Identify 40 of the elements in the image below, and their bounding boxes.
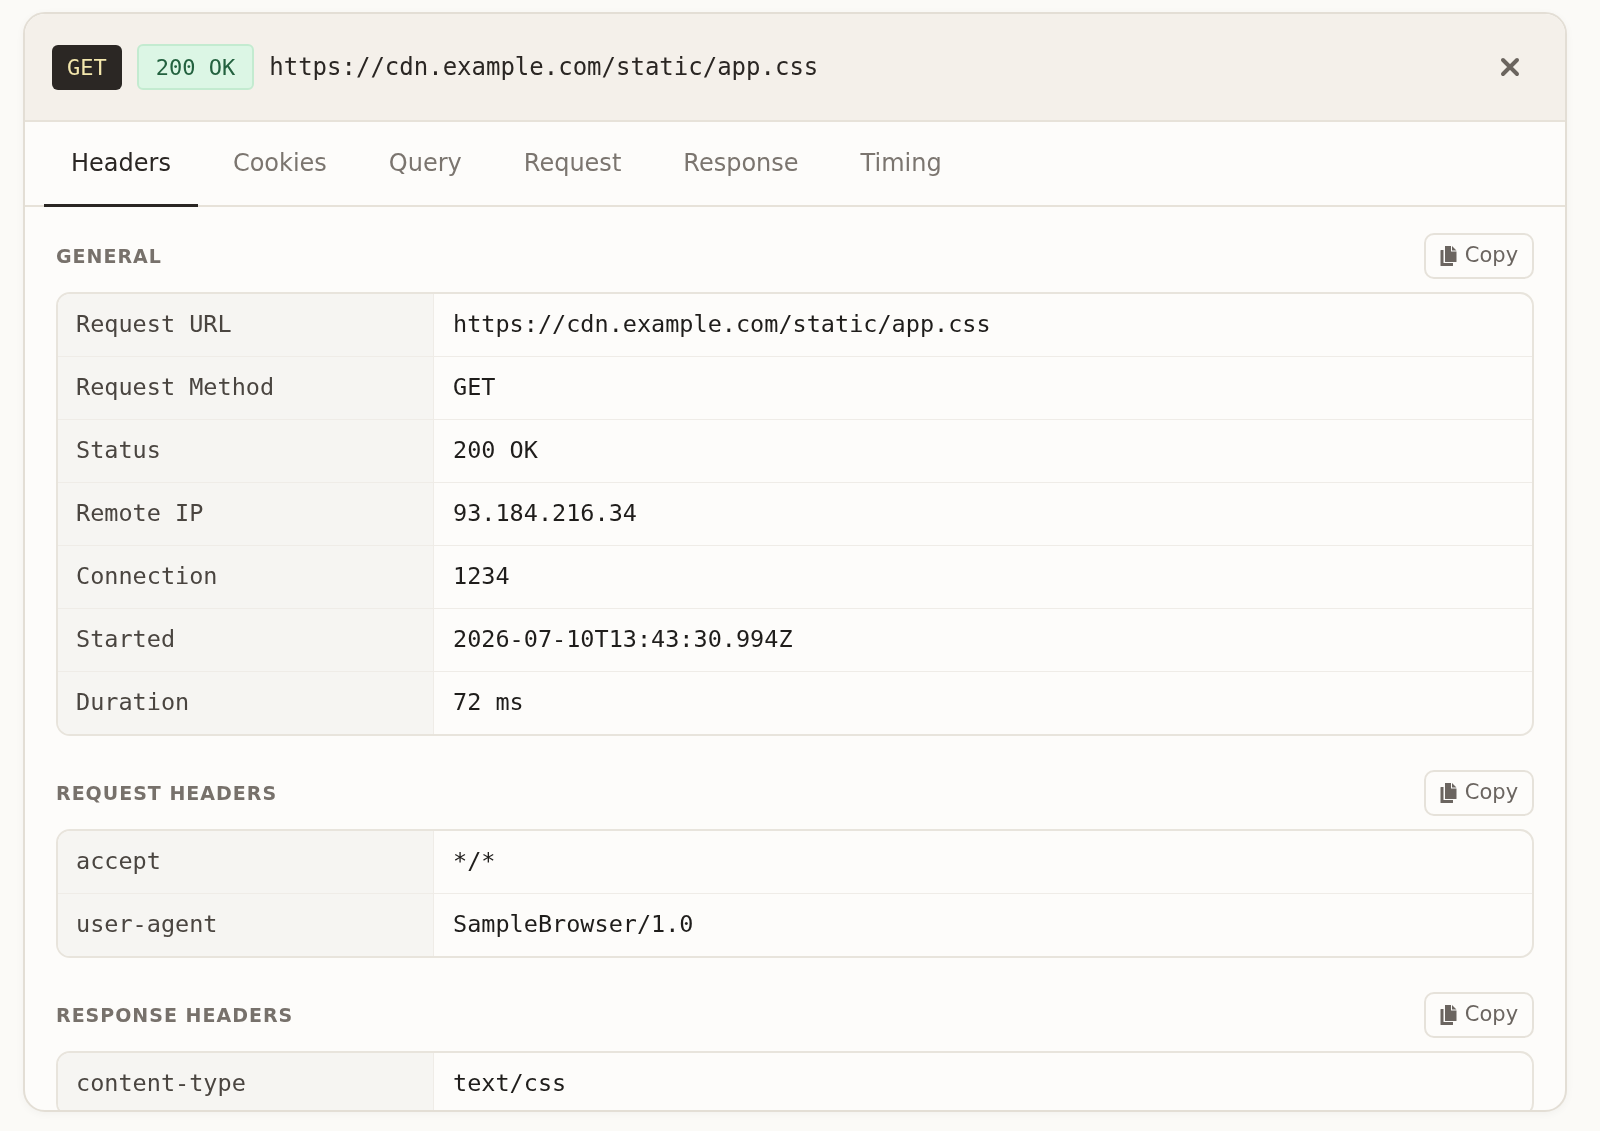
copy-button[interactable]: Copy [1424,992,1534,1038]
field-value: https://cdn.example.com/static/app.css [452,309,992,341]
copy-button[interactable]: Copy [1424,233,1534,279]
field-name: Started [58,609,434,671]
field-name: Request Method [58,357,434,419]
tab[interactable]: Query [361,122,489,207]
field-value: 1234 [452,561,511,593]
tab[interactable]: Headers [44,122,198,207]
field-name: accept [58,831,434,893]
section-title: REQUEST HEADERS [56,780,278,806]
field-name: Connection [58,546,434,608]
section-title: GENERAL [56,243,162,269]
section-title: RESPONSE HEADERS [56,1002,294,1028]
field-name: Request URL [58,294,434,356]
copy-button[interactable]: Copy [1424,770,1534,816]
field-name: Remote IP [58,483,434,545]
field-value: SampleBrowser/1.0 [452,909,695,941]
tab[interactable]: Request [496,122,649,207]
close-icon [1500,57,1520,77]
field-value: */* [452,846,497,878]
field-value: GET [452,372,497,404]
field-value: 93.184.216.34 [452,498,638,530]
status-badge: 200 OK [136,44,255,90]
tab[interactable]: Timing [833,122,969,207]
close-button[interactable] [1500,57,1520,77]
field-value: text/css [452,1068,568,1100]
method-badge: GET [52,44,122,90]
request-url: https://cdn.example.com/static/app.css [269,52,819,83]
field-name: Duration [58,672,434,734]
field-name: content-type [58,1053,434,1110]
tab[interactable]: Response [656,122,826,207]
field-name: Status [58,420,434,482]
copy-icon [1439,783,1457,803]
field-value: 200 OK [452,435,539,467]
copy-icon [1439,1005,1457,1025]
field-name: user-agent [58,894,434,956]
tab[interactable]: Cookies [205,122,354,207]
copy-icon [1439,246,1457,266]
field-value: 2026-07-10T13:43:30.994Z [452,624,794,656]
field-value: 72 ms [452,687,525,719]
